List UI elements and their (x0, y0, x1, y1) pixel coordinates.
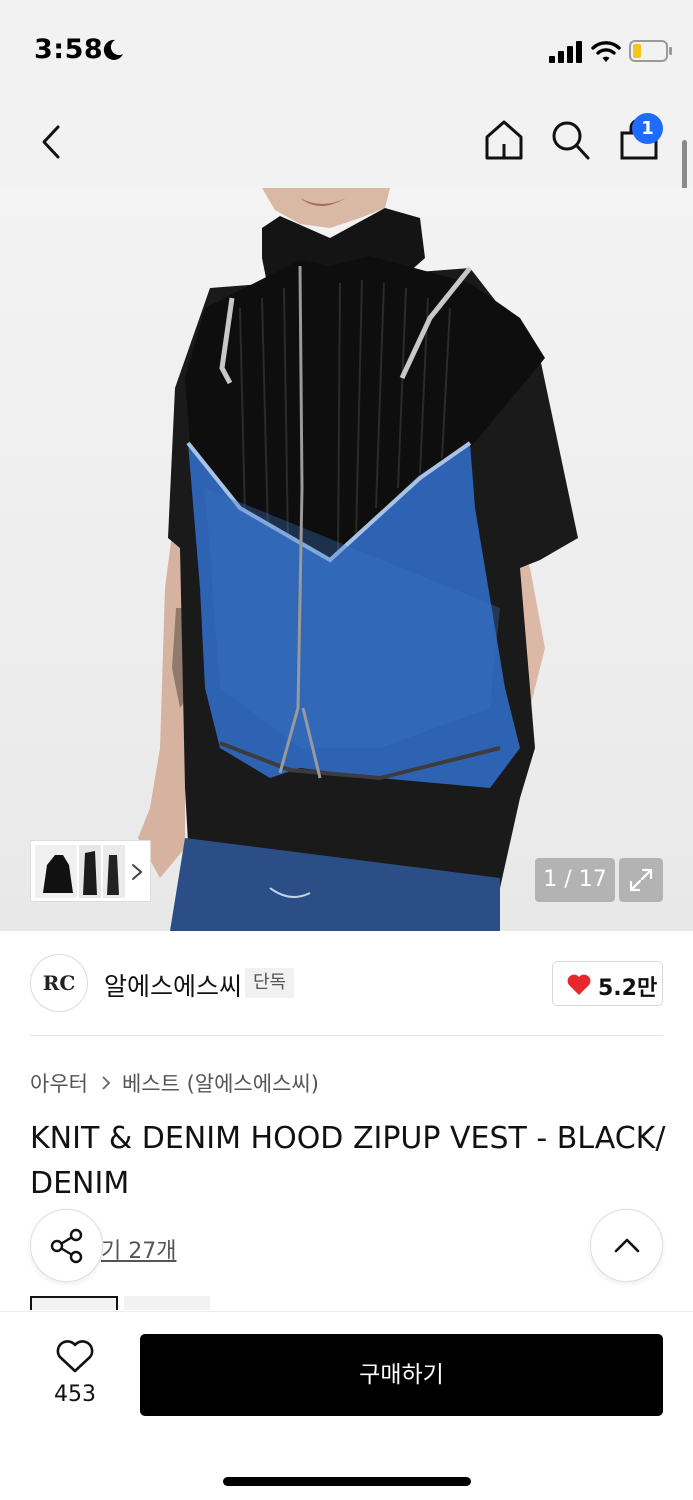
brand-name[interactable]: 알에스에스씨 (104, 967, 242, 1003)
option-thumbnail-selected[interactable] (30, 1296, 118, 1310)
heart-icon (56, 1340, 94, 1373)
thumbnail-previews (35, 845, 125, 898)
cart-count-badge: 1 (632, 113, 663, 144)
breadcrumb-subcategory[interactable]: 베스트 (알에스에스씨) (122, 1068, 319, 1098)
search-icon[interactable] (549, 118, 591, 162)
signal-icon (549, 41, 582, 63)
status-time: 3:58 (34, 34, 104, 65)
buy-button[interactable]: 구매하기 (140, 1334, 663, 1416)
reviews-link[interactable]: 기 27개 (101, 1233, 176, 1265)
expand-image-button[interactable] (619, 858, 663, 902)
exclusive-badge: 단독 (245, 968, 295, 998)
bottom-purchase-bar: 453 구매하기 (0, 1311, 693, 1500)
product-image[interactable] (0, 188, 693, 931)
scroll-to-top-button[interactable] (590, 1209, 663, 1282)
option-thumbnails (30, 1296, 210, 1310)
status-bar: 3:58 (0, 0, 693, 100)
heart-icon (567, 974, 591, 995)
chevron-up-icon (614, 1238, 640, 1253)
share-button[interactable] (30, 1209, 103, 1282)
brand-logo[interactable]: RC (30, 954, 88, 1012)
back-icon[interactable] (36, 122, 70, 162)
product-photo (138, 188, 578, 931)
moon-icon (103, 39, 123, 60)
home-icon[interactable] (482, 118, 526, 162)
chevron-right-icon (102, 1076, 111, 1090)
image-counter: 1 / 17 (535, 858, 615, 902)
image-thumbnail-strip[interactable] (30, 840, 151, 902)
brand-like-count: 5.2만 (598, 976, 658, 1001)
brand-row: RC 알에스에스씨 단독 5.2만 (0, 931, 693, 1036)
divider (30, 1035, 663, 1036)
product-title: KNIT & DENIM HOOD ZIPUP VEST - BLACK/DEN… (30, 1121, 666, 1201)
option-thumbnail[interactable] (124, 1296, 210, 1310)
home-indicator (223, 1477, 471, 1486)
expand-icon (629, 868, 653, 892)
breadcrumb-category[interactable]: 아우터 (30, 1068, 88, 1098)
top-nav-bar (0, 100, 693, 188)
share-icon (50, 1228, 83, 1264)
wifi-icon (591, 41, 621, 62)
battery-icon (629, 40, 672, 62)
wishlist-button[interactable]: 453 (40, 1334, 110, 1414)
wishlist-count: 453 (54, 1382, 96, 1407)
brand-like-button[interactable]: 5.2만 (552, 961, 663, 1006)
chevron-right-icon (132, 864, 143, 880)
breadcrumb: 아우터 베스트 (알에스에스씨) (30, 1068, 319, 1098)
